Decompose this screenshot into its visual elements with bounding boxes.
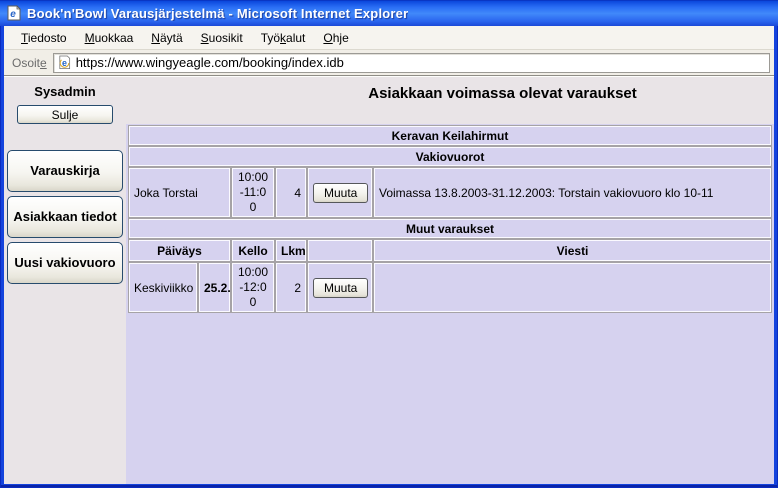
nav-button-uusi-vakiovuoro[interactable]: Uusi vakiovuoro — [7, 242, 123, 284]
col-header-action — [307, 239, 373, 262]
menu-item-tyokalut[interactable]: Työkalut — [252, 29, 315, 47]
address-input[interactable]: e https://www.wingyeagle.com/booking/ind… — [53, 53, 770, 73]
standing-booking-row: Joka Torstai 10:00-11:00 4 Muuta Voimass… — [128, 167, 772, 218]
menu-item-ohje[interactable]: Ohje — [314, 29, 357, 47]
col-header-viesti: Viesti — [373, 239, 772, 262]
booking-action-cell: Muuta — [307, 262, 373, 313]
booking-day: Keskiviikko — [128, 262, 198, 313]
address-url: https://www.wingyeagle.com/booking/index… — [76, 55, 344, 70]
customer-name: Keravan Keilahirmut — [128, 125, 772, 146]
bookings-table: Keravan Keilahirmut Vakiovuorot Joka Tor… — [128, 125, 772, 313]
customer-header-row: Keravan Keilahirmut — [128, 125, 772, 146]
menu-item-tiedosto[interactable]: Tiedosto — [12, 29, 76, 47]
close-session-button[interactable]: Sulje — [17, 105, 113, 124]
address-label: Osoite — [12, 56, 47, 70]
booking-message — [373, 262, 772, 313]
page-title: Asiakkaan voimassa olevat varaukset — [126, 77, 774, 124]
menu-item-muokkaa[interactable]: Muokkaa — [76, 29, 143, 47]
menu-bar: TiedostoMuokkaaNäytäSuosikitTyökalutOhje — [4, 26, 774, 50]
svg-text:e: e — [62, 58, 67, 68]
section-title: Vakiovuorot — [128, 146, 772, 167]
menu-item-suosikit[interactable]: Suosikit — [192, 29, 252, 47]
col-header-lkm: Lkm — [275, 239, 307, 262]
address-bar: Osoite e https://www.wingyeagle.com/book… — [4, 50, 774, 76]
role-label: Sysadmin — [34, 84, 95, 99]
frame-body: TiedostoMuokkaaNäytäSuosikitTyökalutOhje… — [4, 26, 774, 484]
sidebar: Sysadmin Sulje Varauskirja Asiakkaan tie… — [4, 77, 126, 484]
booking-count: 2 — [275, 262, 307, 313]
standing-day: Joka Torstai — [128, 167, 231, 218]
menu-item-nayta[interactable]: Näytä — [142, 29, 191, 47]
main-panel: Asiakkaan voimassa olevat varaukset Kera… — [126, 77, 774, 484]
section-header-muut-varaukset: Muut varaukset — [128, 218, 772, 239]
content-area: Sysadmin Sulje Varauskirja Asiakkaan tie… — [4, 76, 774, 484]
nav-button-asiakkaan-tiedot[interactable]: Asiakkaan tiedot — [7, 196, 123, 238]
col-header-kello: Kello — [231, 239, 275, 262]
sidebar-nav: Varauskirja Asiakkaan tiedot Uusi vakiov… — [7, 150, 123, 284]
section-header-vakiovuorot: Vakiovuorot — [128, 146, 772, 167]
standing-time: 10:00-11:00 — [231, 167, 275, 218]
nav-button-varauskirja[interactable]: Varauskirja — [7, 150, 123, 192]
ie-document-icon: e — [57, 55, 72, 70]
bookings-panel: Keravan Keilahirmut Vakiovuorot Joka Tor… — [126, 124, 774, 484]
standing-count: 4 — [275, 167, 307, 218]
section-title: Muut varaukset — [128, 218, 772, 239]
ie-page-icon: e — [6, 5, 22, 21]
booking-time: 10:00-12:00 — [231, 262, 275, 313]
standing-action-cell: Muuta — [307, 167, 373, 218]
window-title: Book'n'Bowl Varausjärjestelmä - Microsof… — [27, 6, 408, 21]
browser-window: e Book'n'Bowl Varausjärjestelmä - Micros… — [0, 0, 778, 488]
col-header-paivays: Päiväys — [128, 239, 231, 262]
standing-message: Voimassa 13.8.2003-31.12.2003: Torstain … — [373, 167, 772, 218]
booking-date: 25.2. — [198, 262, 231, 313]
svg-text:e: e — [10, 9, 16, 20]
column-header-row: Päiväys Kello Lkm Viesti — [128, 239, 772, 262]
title-bar[interactable]: e Book'n'Bowl Varausjärjestelmä - Micros… — [0, 0, 778, 26]
edit-standing-button[interactable]: Muuta — [313, 183, 368, 203]
edit-booking-button[interactable]: Muuta — [313, 278, 368, 298]
booking-row: Keskiviikko 25.2. 10:00-12:00 2 Muuta — [128, 262, 772, 313]
